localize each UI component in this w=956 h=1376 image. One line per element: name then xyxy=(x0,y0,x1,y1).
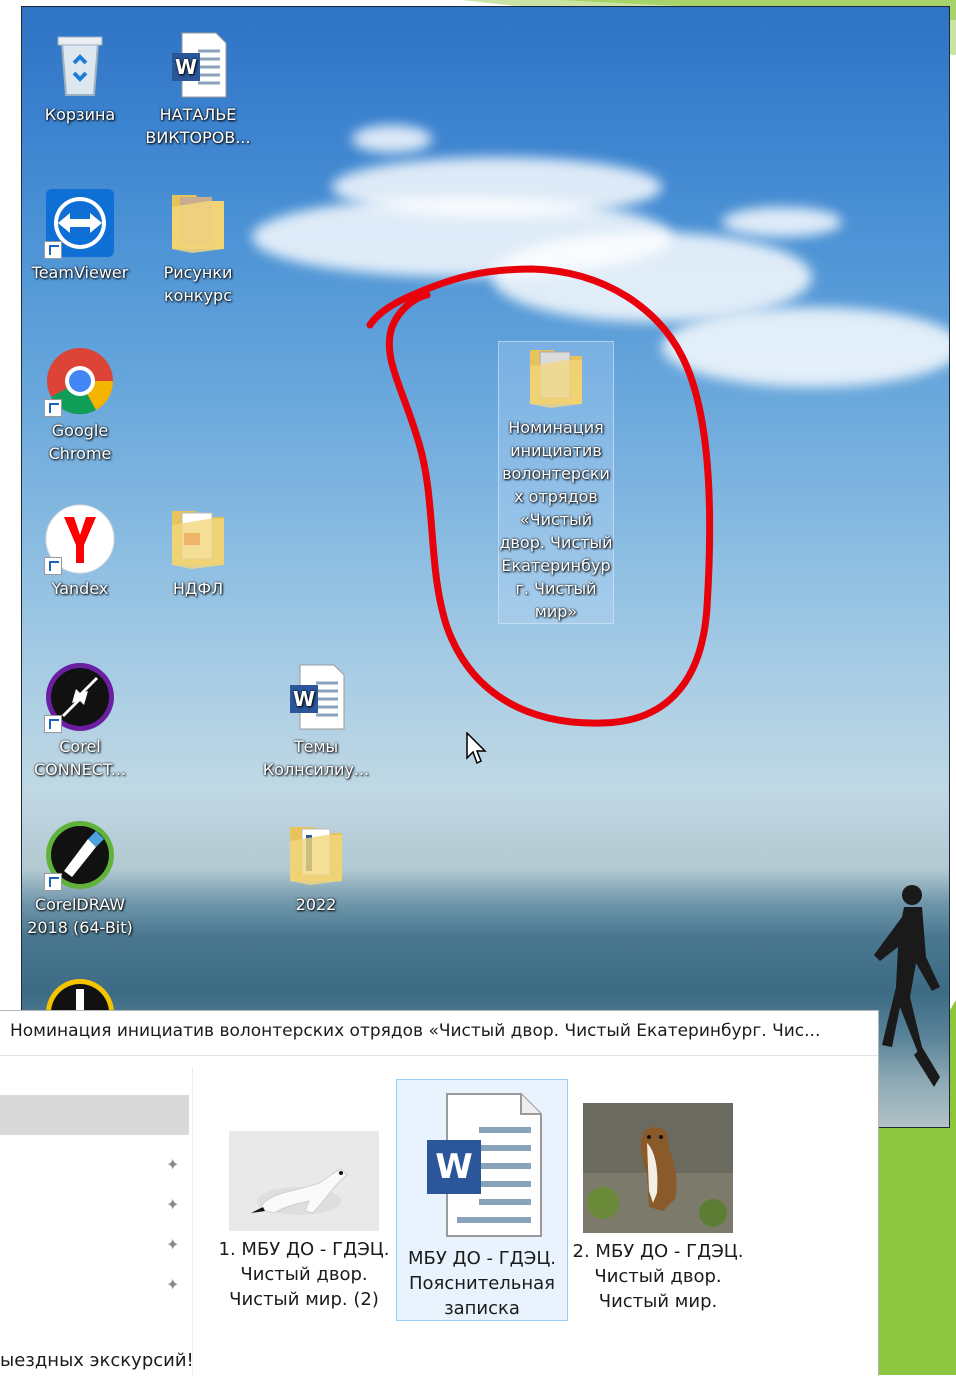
file-item-selected[interactable]: W МБУ ДО - ГДЭЦ. Пояснительная записка xyxy=(396,1079,568,1321)
word-doc-icon: W xyxy=(417,1090,547,1240)
nav-item-selected[interactable] xyxy=(0,1095,189,1135)
photo-stoat-white-icon xyxy=(229,1131,379,1231)
photo-stoat-brown-icon xyxy=(583,1103,733,1233)
explorer-window[interactable]: Номинация инициатив волонтерских отрядов… xyxy=(0,1010,879,1376)
nav-item-label[interactable]: ыездных экскурсий! xyxy=(0,1350,194,1371)
svg-text:W: W xyxy=(435,1147,473,1187)
file-label: 1. МБУ ДО - ГДЭЦ. Чистый двор. Чистый ми… xyxy=(218,1239,390,1310)
file-item[interactable]: 2. МБУ ДО - ГДЭЦ. Чистый двор. Чистый ми… xyxy=(572,1103,744,1314)
pin-icon[interactable]: ✦ xyxy=(166,1195,184,1214)
pin-icon[interactable]: ✦ xyxy=(166,1155,184,1174)
navigation-pane[interactable]: ✦ ✦ ✦ ✦ ыездных экскурсий! xyxy=(0,1067,194,1376)
file-label: МБУ ДО - ГДЭЦ. Пояснительная записка xyxy=(407,1248,557,1319)
file-item[interactable]: 1. МБУ ДО - ГДЭЦ. Чистый двор. Чистый ми… xyxy=(218,1131,390,1312)
title-divider xyxy=(0,1055,878,1056)
red-circle-annotation xyxy=(366,265,714,727)
desktop[interactable]: Корзина W НАТАЛЬЕ ВИКТОРОВ... TeamViewer… xyxy=(21,6,950,1128)
pin-icon[interactable]: ✦ xyxy=(166,1235,184,1254)
file-label: 2. МБУ ДО - ГДЭЦ. Чистый двор. Чистый ми… xyxy=(572,1241,744,1312)
mouse-cursor-icon xyxy=(466,732,487,765)
window-title: Номинация инициатив волонтерских отрядов… xyxy=(10,1021,821,1041)
pin-icon[interactable]: ✦ xyxy=(166,1275,184,1294)
